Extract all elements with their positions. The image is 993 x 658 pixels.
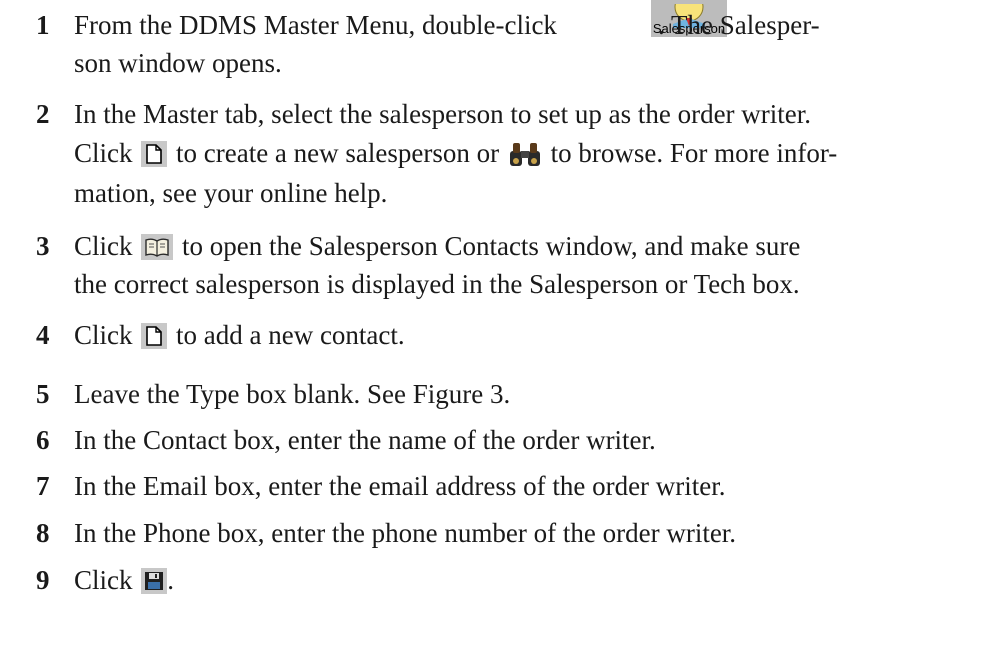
step-3-line-2: the correct salesperson is displayed in …: [74, 269, 800, 299]
step-2-line-1: In the Master tab, select the salesperso…: [74, 99, 812, 129]
step-text: Leave the Type box blank. See Figure 3.: [74, 379, 511, 409]
binoculars-icon[interactable]: [508, 139, 542, 169]
step-number: 2: [36, 99, 50, 129]
step-number: 4: [36, 320, 50, 350]
step-text: In the Contact box, enter the name of th…: [74, 425, 656, 455]
step-number: 6: [36, 425, 50, 455]
new-document-icon[interactable]: [141, 140, 168, 167]
new-document-icon[interactable]: [141, 322, 168, 349]
step-text: Click to open the Salesperson Contacts w…: [74, 227, 974, 303]
step-1-text-a: From the DDMS Master Menu, double-click: [74, 10, 557, 40]
step-number: 8: [36, 518, 50, 548]
step-2-line-3: mation, see your online help.: [74, 178, 388, 208]
step-number: 5: [36, 379, 50, 409]
step-text: Click to add a new contact.: [74, 320, 405, 350]
step-1-text-b: . The Salesper-: [658, 10, 820, 40]
step-text: In the Email box, enter the email addres…: [74, 471, 726, 501]
step-text: In the Master tab, select the salesperso…: [74, 95, 974, 212]
step-number: 7: [36, 471, 50, 501]
step-number: 3: [36, 231, 50, 261]
contacts-book-icon[interactable]: [141, 233, 174, 260]
save-disk-icon[interactable]: [141, 567, 168, 594]
step-text: Click .: [74, 565, 174, 595]
step-number: 1: [36, 10, 50, 40]
step-1-line-2: son window opens.: [74, 48, 282, 78]
step-number: 9: [36, 565, 50, 595]
step-text: From the DDMS Master Menu, double-click …: [74, 0, 974, 82]
step-text: In the Phone box, enter the phone number…: [74, 518, 737, 548]
